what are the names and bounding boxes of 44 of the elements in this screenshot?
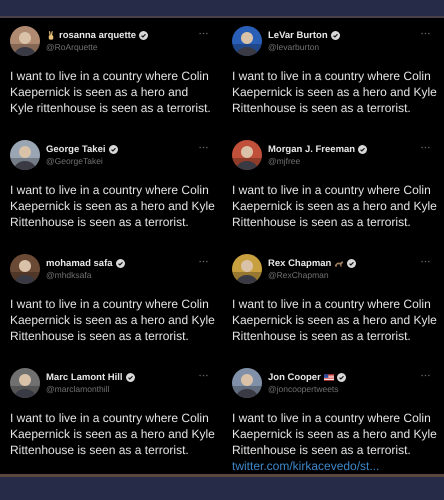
author-name[interactable]: Jon Cooper: [268, 372, 321, 383]
verified-badge-icon: [116, 258, 125, 268]
tweet-text: I want to live in a country where Colin Kaepernick is seen as a hero and Kyle Rittenhouse is seen as a terrorist.: [232, 182, 438, 230]
tweet-text: I want to live in a country where Colin Kaepernick is seen as a hero and Kyle Rittenhouse is seen as a terrorist.: [232, 296, 438, 344]
author-name[interactable]: Morgan J. Freeman: [268, 144, 356, 155]
more-icon[interactable]: [421, 32, 430, 35]
tweet-text: I want to live in a country where Colin Kaepernick is seen as a hero and Kyle Rittenhouse is seen as a terrorist.: [232, 68, 438, 116]
horse-icon: [334, 258, 344, 268]
author-name[interactable]: LeVar Burton: [268, 30, 328, 41]
verified-badge-icon: [139, 30, 148, 40]
more-icon[interactable]: [199, 260, 208, 263]
more-icon[interactable]: [199, 374, 208, 377]
author-name[interactable]: George Takei: [46, 144, 106, 155]
verified-badge-icon: [330, 30, 340, 40]
author-handle[interactable]: @marclamonthill: [46, 384, 193, 394]
tweet-text: I want to live in a country where Colin Kaepernick is seen as a hero and Kyle Rittenhouse is seen as a terrorist.: [232, 410, 438, 458]
peace-hand-icon: [46, 30, 56, 40]
more-icon[interactable]: [421, 260, 430, 263]
more-icon[interactable]: [421, 374, 430, 377]
author-handle[interactable]: @mjfree: [268, 156, 415, 166]
author-name[interactable]: mohamad safa: [46, 258, 113, 269]
author-handle[interactable]: @RexChapman: [268, 270, 415, 280]
author-name[interactable]: rosanna arquette: [59, 30, 136, 41]
author-handle[interactable]: @levarburton: [268, 42, 415, 52]
verified-badge-icon: [336, 372, 346, 382]
author-name[interactable]: Marc Lamont Hill: [46, 372, 123, 383]
more-icon[interactable]: [199, 146, 208, 149]
author-handle[interactable]: @GeorgeTakei: [46, 156, 193, 166]
tweet-text: I want to live in a country where Colin Kaepernick is seen as a hero and Kyle rittenhouse is seen as a terrorist.: [10, 68, 212, 116]
verified-badge-icon: [358, 144, 368, 154]
tweet-text: I want to live in a country where Colin Kaepernick is seen as a hero and Kyle Rittenhouse is seen as a terrorist.: [10, 410, 216, 458]
verified-badge-icon: [347, 258, 356, 268]
tweet-text: I want to live in a country where Colin Kaepernick is seen as a hero and Kyle Rittenhouse is seen as a terrorist.: [10, 182, 216, 230]
author-handle[interactable]: @RoArquette: [46, 42, 193, 52]
verified-badge-icon: [108, 144, 118, 154]
author-handle[interactable]: @joncoopertweets: [268, 384, 415, 394]
tweet-link[interactable]: twitter.com/kirkacevedo/st...: [232, 458, 438, 474]
verified-badge-icon: [126, 372, 135, 382]
author-handle[interactable]: @mhdksafa: [46, 270, 193, 280]
flag-icon: [324, 372, 334, 382]
more-icon[interactable]: [199, 32, 208, 35]
more-icon[interactable]: [421, 146, 430, 149]
author-name[interactable]: Rex Chapman: [268, 258, 332, 269]
tweet-text: I want to live in a country where Colin Kaepernick is seen as a hero and Kyle Rittenhouse is seen as a terrorist.: [10, 296, 216, 344]
